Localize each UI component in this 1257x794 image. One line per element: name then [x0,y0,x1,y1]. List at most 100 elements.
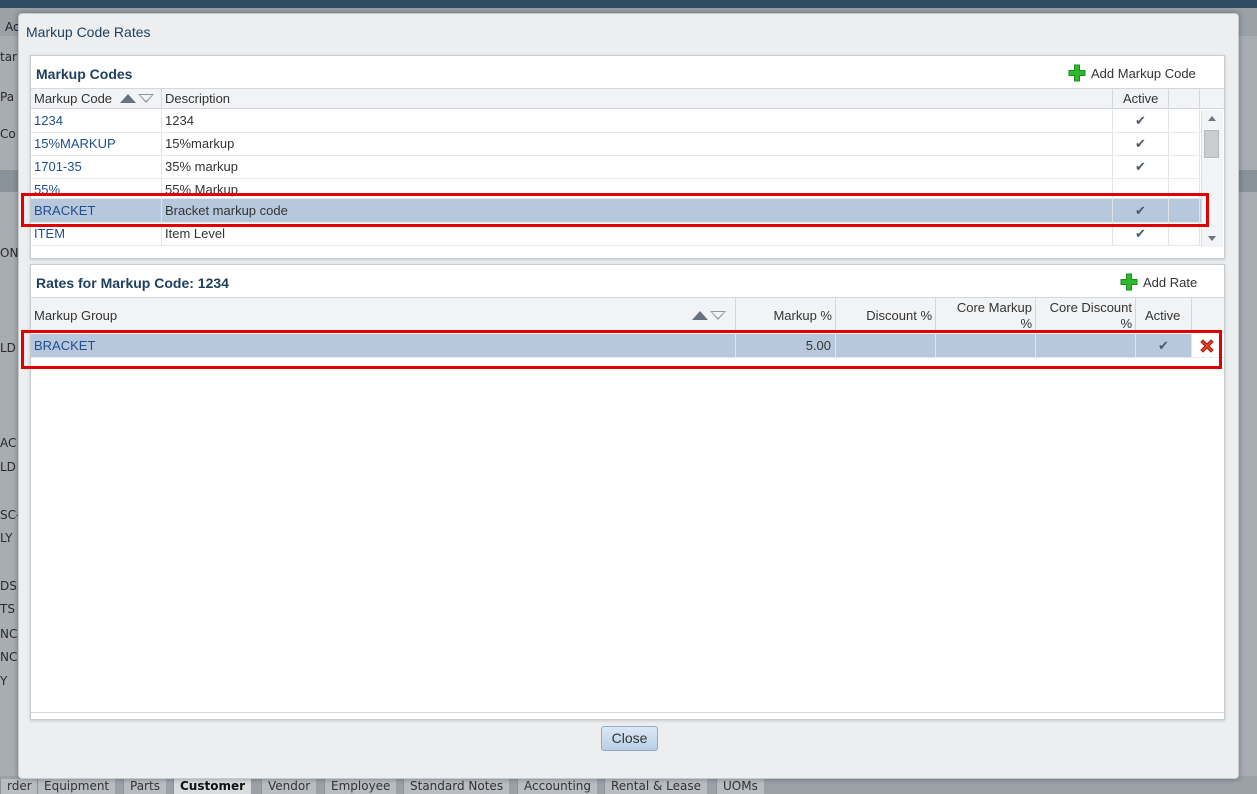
app-right-column [1238,36,1257,776]
column-markup-code[interactable]: Markup Code [31,89,162,108]
bg-text: LD [0,460,16,474]
scroll-down-arrow-icon[interactable] [1208,236,1216,241]
plus-icon [1120,273,1138,291]
bg-text: NC [0,627,18,641]
scrollbar-thumb[interactable] [1204,130,1219,158]
column-label: Markup Group [34,308,118,323]
column-label: % [1120,316,1132,331]
description-cell: Bracket markup code [162,199,1113,222]
column-label: Markup % [773,308,832,323]
description-cell: 55% Markup [162,179,1113,198]
bg-text: NC [0,650,18,664]
sort-descending-icon[interactable] [710,311,726,320]
delete-icon[interactable] [1198,337,1216,355]
tab-employee[interactable]: Employee [324,779,397,794]
markup-code-link[interactable]: 15%MARKUP [31,133,162,155]
column-markup-percent[interactable]: Markup % [736,298,836,332]
table-row-selected[interactable]: BRACKET Bracket markup code ✔ [31,199,1201,223]
sort-ascending-icon[interactable] [692,311,708,320]
tab-equipment[interactable]: Equipment [37,779,116,794]
column-label: Core Discount [1049,300,1132,315]
dialog-title: Markup Code Rates [26,24,151,40]
close-button[interactable]: Close [601,726,658,751]
active-check-icon[interactable]: ✔ [1136,334,1192,357]
core-discount-cell[interactable] [1036,334,1136,357]
bg-text: LD [0,341,16,355]
bg-text: Pa [0,90,15,104]
table-row[interactable]: 1234 1234 ✔ [31,110,1201,133]
description-cell: Item Level [162,223,1113,245]
column-active[interactable]: Active [1113,89,1169,108]
discount-percent-cell[interactable] [836,334,936,357]
active-check-icon: ✔ [1113,133,1169,155]
sort-ascending-icon[interactable] [120,94,136,103]
column-actions [1192,298,1224,332]
rates-header: Markup Group Markup % Discount % Core Ma… [31,297,1224,333]
markup-codes-scrollbar[interactable] [1201,110,1223,247]
markup-code-link[interactable]: 55% [31,179,162,198]
bg-text: AC [0,436,17,450]
table-row-selected[interactable]: BRACKET 5.00 ✔ [31,334,1224,358]
tab-uoms[interactable]: UOMs [716,779,764,794]
column-label: Active [1145,308,1181,323]
description-cell: 35% markup [162,156,1113,178]
column-discount-percent[interactable]: Discount % [836,298,936,332]
description-cell: 15%markup [162,133,1113,155]
column-active[interactable]: Active [1136,298,1192,332]
markup-code-link[interactable]: 1234 [31,110,162,132]
tab-order[interactable]: rder [0,779,38,794]
column-label: Discount % [866,308,932,323]
markup-codes-header: Markup Code Description Active [31,88,1224,109]
add-markup-code-button[interactable]: Add Markup Code [1068,64,1196,82]
column-label: % [1020,316,1032,331]
rates-footer-divider [31,712,1224,713]
bg-text: TS [0,602,15,616]
table-row[interactable]: ITEM Item Level ✔ [31,223,1201,246]
bg-text: Y [0,674,8,688]
table-row[interactable]: 15%MARKUP 15%markup ✔ [31,133,1201,156]
column-label: Active [1123,91,1159,106]
table-row[interactable]: 1701-35 35% markup ✔ [31,156,1201,179]
table-row[interactable]: 55% 55% Markup [31,179,1201,199]
markup-codes-panel: Markup Codes Add Markup Code Markup Code… [30,55,1225,259]
active-check-icon: ✔ [1113,223,1169,245]
markup-percent-cell[interactable]: 5.00 [736,334,836,357]
rates-panel: Rates for Markup Code: 1234 Add Rate Mar… [30,264,1225,720]
tab-rental-lease[interactable]: Rental & Lease [604,779,708,794]
markup-codes-title: Markup Codes [36,66,133,82]
bg-text: LY [0,531,13,545]
column-description[interactable]: Description [162,89,1113,108]
rates-title: Rates for Markup Code: 1234 [36,275,229,291]
add-rate-label: Add Rate [1143,274,1198,290]
markup-code-link[interactable]: BRACKET [31,199,162,222]
plus-icon [1068,64,1086,82]
column-spacer [1169,89,1200,108]
description-cell: 1234 [162,110,1113,132]
tab-vendor[interactable]: Vendor [261,779,317,794]
markup-group-link[interactable]: BRACKET [31,334,736,357]
column-core-markup[interactable]: Core Markup % [936,298,1036,332]
markup-code-link[interactable]: ITEM [31,223,162,245]
active-check-icon: ✔ [1113,110,1169,132]
markup-code-link[interactable]: 1701-35 [31,156,162,178]
active-check-icon: ✔ [1113,156,1169,178]
tab-customer[interactable]: Customer [173,779,252,794]
column-label: Core Markup [956,300,1032,315]
sort-descending-icon[interactable] [138,94,154,103]
bg-text: tar [0,50,17,64]
app-top-bar [0,0,1257,8]
tab-standard-notes[interactable]: Standard Notes [403,779,510,794]
add-rate-button[interactable]: Add Rate [1120,273,1197,291]
sort-icons[interactable] [120,93,156,105]
core-markup-cell[interactable] [936,334,1036,357]
bg-text: ON [0,246,19,260]
column-core-discount[interactable]: Core Discount % [1036,298,1136,332]
tab-parts[interactable]: Parts [123,779,166,794]
active-check-icon [1113,179,1169,198]
column-markup-group[interactable]: Markup Group [31,298,736,332]
scroll-up-arrow-icon[interactable] [1208,116,1216,121]
tab-accounting[interactable]: Accounting [517,779,598,794]
column-label: Description [165,91,231,106]
sort-icons[interactable] [692,310,728,322]
add-markup-code-label: Add Markup Code [1091,65,1196,81]
